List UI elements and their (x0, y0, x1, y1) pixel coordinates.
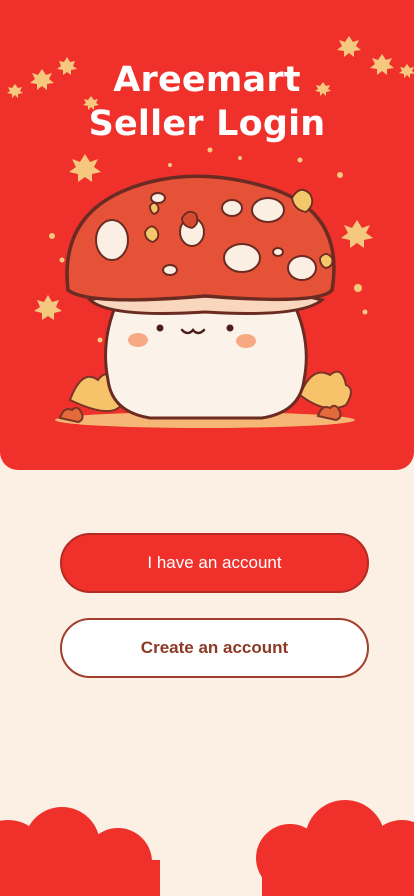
hero-banner: Areemart Seller Login (0, 0, 414, 470)
title-line-subtitle: Seller Login (88, 104, 326, 144)
title-line-brand: Areemart (113, 60, 301, 100)
page-title: Areemart Seller Login (0, 58, 414, 146)
create-account-button[interactable]: Create an account (60, 618, 369, 678)
cloud-decoration-icon (0, 800, 414, 896)
login-button[interactable]: I have an account (60, 533, 369, 593)
